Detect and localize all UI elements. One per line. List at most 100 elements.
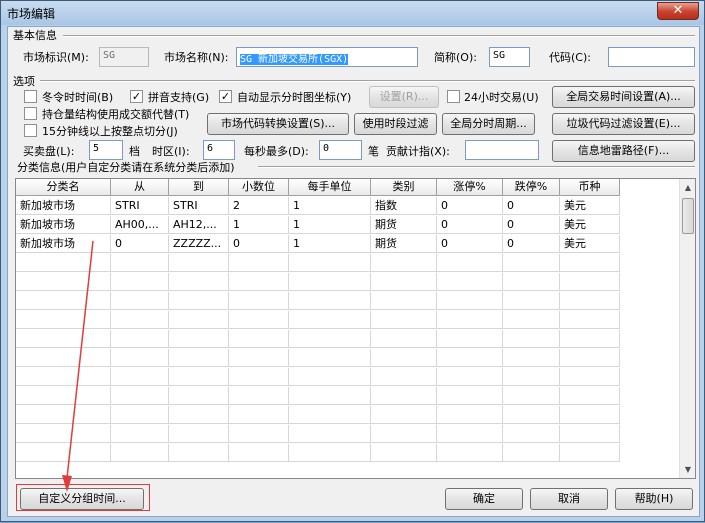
help-button[interactable]: 帮助(H) (615, 488, 693, 510)
table-cell (169, 368, 229, 386)
code-convert-button[interactable]: 市场代码转换设置(S)... (207, 113, 349, 135)
table-row[interactable] (16, 254, 620, 272)
table-cell (289, 292, 371, 310)
column-header[interactable]: 币种 (560, 179, 620, 196)
table-cell (111, 292, 169, 310)
table-row[interactable] (16, 406, 620, 424)
category-table[interactable]: 分类名从到小数位 每手单位 类别 涨停% 跌停% 币种 新加坡市场 STRI STRI 2 1 指数… (15, 178, 696, 479)
ok-button[interactable]: 确定 (445, 488, 523, 510)
table-cell (437, 444, 503, 462)
scroll-up-arrow-icon[interactable]: ▲ (680, 179, 695, 196)
time-filter-button[interactable]: 使用时段过滤 (354, 113, 437, 135)
basic-info-divider (63, 35, 695, 37)
table-row[interactable]: 新加坡市场 0 ZZZZZ... 0 1 期货 0 0 美元 (16, 235, 620, 253)
table-cell (503, 254, 560, 272)
pinyin-checkbox[interactable]: ✓ (130, 90, 143, 103)
table-cell (437, 387, 503, 405)
title-bar[interactable]: 市场编辑 ✕ (1, 1, 704, 25)
auto-display-checkbox[interactable]: ✓ (219, 90, 232, 103)
table-row[interactable] (16, 349, 620, 367)
vertical-scrollbar[interactable]: ▲ ▼ (679, 179, 695, 478)
table-cell: 1 (229, 216, 289, 234)
table-cell: 期货 (371, 216, 437, 234)
auto-display-label: 自动显示分时图坐标(Y) (237, 91, 352, 104)
table-cell: 新加坡市场 (16, 197, 111, 215)
per-second-field[interactable]: 0 (319, 140, 362, 160)
scroll-down-arrow-icon[interactable]: ▼ (680, 461, 695, 478)
column-header[interactable]: 跌停% (503, 179, 560, 196)
table-cell (560, 292, 620, 310)
24h-trade-checkbox[interactable] (447, 90, 460, 103)
market-name-label: 市场名称(N): (164, 51, 229, 64)
table-cell: 0 (503, 235, 560, 253)
table-cell (111, 387, 169, 405)
scroll-thumb[interactable] (682, 198, 694, 234)
junk-filter-button[interactable]: 垃圾代码过滤设置(E)... (552, 113, 695, 135)
open-interest-label: 持仓量结构使用成交额代替(T) (42, 108, 190, 121)
timezone-field[interactable]: 6 (203, 140, 235, 160)
column-header[interactable]: 每手单位 (289, 179, 371, 196)
column-header[interactable]: 小数位 (229, 179, 289, 196)
settings-button[interactable]: 设置(R)... (369, 86, 439, 108)
bid-ask-label: 买卖盘(L): (23, 145, 75, 158)
table-row[interactable] (16, 425, 620, 443)
table-cell (16, 273, 111, 291)
table-cell: 0 (503, 216, 560, 234)
highlight-box (16, 484, 150, 511)
code-field[interactable] (608, 47, 695, 67)
options-section-label: 选项 (13, 75, 35, 88)
market-name-field[interactable]: SG 新加坡交易所(SGX) (236, 47, 418, 67)
table-cell (229, 273, 289, 291)
close-button[interactable]: ✕ (657, 2, 699, 20)
category-divider (258, 166, 695, 168)
winter-time-checkbox[interactable] (24, 90, 37, 103)
table-cell (169, 254, 229, 272)
global-period-button[interactable]: 全局分时周期... (442, 113, 535, 135)
table-cell (229, 349, 289, 367)
table-cell (371, 368, 437, 386)
table-row[interactable] (16, 387, 620, 405)
dialog-body: 基本信息 市场标识(M): SG 市场名称(N): SG 新加坡交易所(SGX)… (7, 26, 700, 517)
min15-split-checkbox[interactable] (24, 124, 37, 137)
contribution-field[interactable] (465, 140, 539, 160)
table-cell (437, 349, 503, 367)
info-mine-path-button[interactable]: 信息地雷路径(F)... (552, 140, 695, 162)
table-cell (169, 292, 229, 310)
table-cell (560, 254, 620, 272)
table-row[interactable]: 新加坡市场 STRI STRI 2 1 指数 0 0 美元 (16, 197, 620, 215)
table-cell (229, 425, 289, 443)
column-header[interactable]: 分类名 (16, 179, 111, 196)
table-cell (229, 444, 289, 462)
winter-time-label: 冬令时时间(B) (42, 91, 114, 104)
table-row[interactable] (16, 273, 620, 291)
table-cell (229, 368, 289, 386)
table-row[interactable] (16, 311, 620, 329)
table-cell (16, 349, 111, 367)
window-title: 市场编辑 (7, 7, 56, 21)
table-row[interactable] (16, 330, 620, 348)
table-cell (169, 387, 229, 405)
table-cell (560, 368, 620, 386)
table-cell (503, 311, 560, 329)
table-row[interactable] (16, 292, 620, 310)
column-header[interactable]: 从 (111, 179, 169, 196)
short-name-field[interactable]: SG (489, 47, 530, 67)
table-row[interactable] (16, 444, 620, 462)
table-cell (503, 368, 560, 386)
table-row[interactable]: 新加坡市场 AH00,... AH12,... 1 1 期货 0 0 美元 (16, 216, 620, 234)
market-id-label: 市场标识(M): (23, 51, 89, 64)
table-cell: AH00,... (111, 216, 169, 234)
per-second-unit: 笔 (368, 145, 379, 158)
column-header[interactable]: 涨停% (437, 179, 503, 196)
table-row[interactable] (16, 368, 620, 386)
table-cell (437, 368, 503, 386)
column-header[interactable]: 到 (169, 179, 229, 196)
open-interest-checkbox[interactable] (24, 107, 37, 120)
global-trade-time-button[interactable]: 全局交易时间设置(A)... (552, 86, 695, 108)
column-header[interactable]: 类别 (371, 179, 437, 196)
table-cell (111, 406, 169, 424)
cancel-button[interactable]: 取消 (530, 488, 608, 510)
market-id-field[interactable]: SG (99, 47, 149, 67)
close-icon: ✕ (672, 3, 684, 18)
bid-ask-field[interactable]: 5 (89, 140, 123, 160)
